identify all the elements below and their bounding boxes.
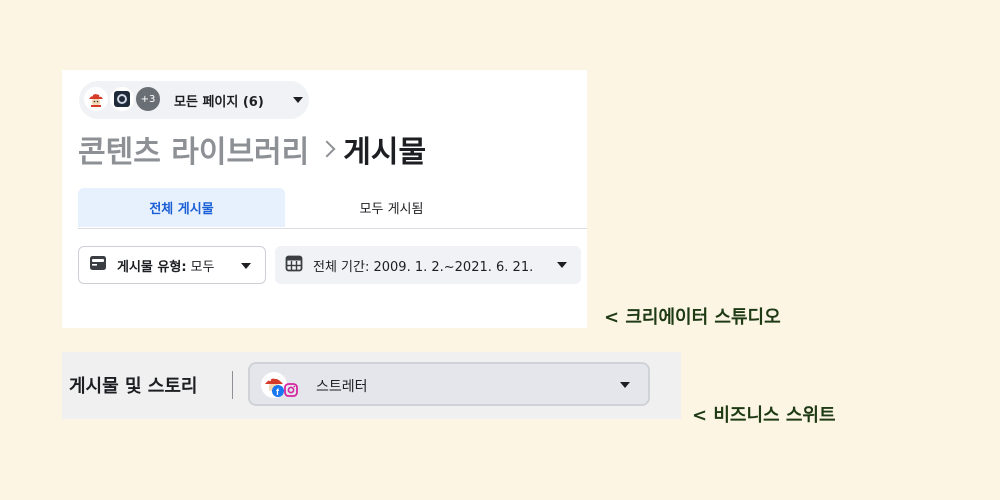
- section-title: 게시물 및 스토리: [69, 376, 198, 397]
- post-type-filter[interactable]: 게시물 유형: 모두: [78, 246, 266, 284]
- creator-studio-caption: < 크리에이터 스튜디오: [604, 307, 781, 328]
- chevron-down-icon: [620, 382, 630, 388]
- creator-studio-panel: +3 모든 페이지 (6) 콘텐츠 라이브러리 게시물 전체 게시물 모두 게시…: [62, 70, 587, 328]
- chevron-down-icon: [241, 263, 251, 269]
- date-range-label: 전체 기간: 2009. 1. 2.~2021. 6. 21.: [313, 259, 534, 275]
- business-suite-bar: 게시물 및 스토리 f 스트레터: [62, 352, 681, 419]
- tab-all-posts[interactable]: 전체 게시물: [78, 188, 285, 227]
- page-selector-label: 모든 페이지 (6): [174, 95, 264, 110]
- account-selector[interactable]: f 스트레터: [248, 362, 650, 406]
- account-name: 스트레터: [316, 379, 368, 395]
- divider: [232, 371, 233, 399]
- more-pages-count: +3: [134, 85, 162, 113]
- breadcrumb: 콘텐츠 라이브러리 게시물: [78, 127, 426, 171]
- page-title: 게시물: [343, 135, 427, 170]
- page-avatar-dark-icon: [108, 85, 136, 113]
- post-type-value: 모두: [190, 259, 215, 275]
- chevron-down-icon: [557, 262, 567, 268]
- chevron-down-icon: [293, 97, 303, 103]
- page-selector[interactable]: +3 모든 페이지 (6): [79, 81, 309, 119]
- post-tabs: 전체 게시물 모두 게시됨: [78, 188, 587, 229]
- tab-published[interactable]: 모두 게시됨: [288, 188, 495, 227]
- post-type-icon: [89, 254, 107, 276]
- page-avatar-mascot-icon: [82, 85, 110, 113]
- breadcrumb-parent[interactable]: 콘텐츠 라이브러리: [78, 127, 309, 171]
- account-avatars: f: [260, 371, 304, 399]
- post-type-label: 게시물 유형:: [117, 259, 187, 275]
- calendar-icon: [285, 254, 303, 276]
- business-suite-caption: < 비즈니스 스위트: [692, 405, 836, 426]
- chevron-right-icon: [318, 140, 336, 158]
- date-range-filter[interactable]: 전체 기간: 2009. 1. 2.~2021. 6. 21.: [275, 246, 581, 284]
